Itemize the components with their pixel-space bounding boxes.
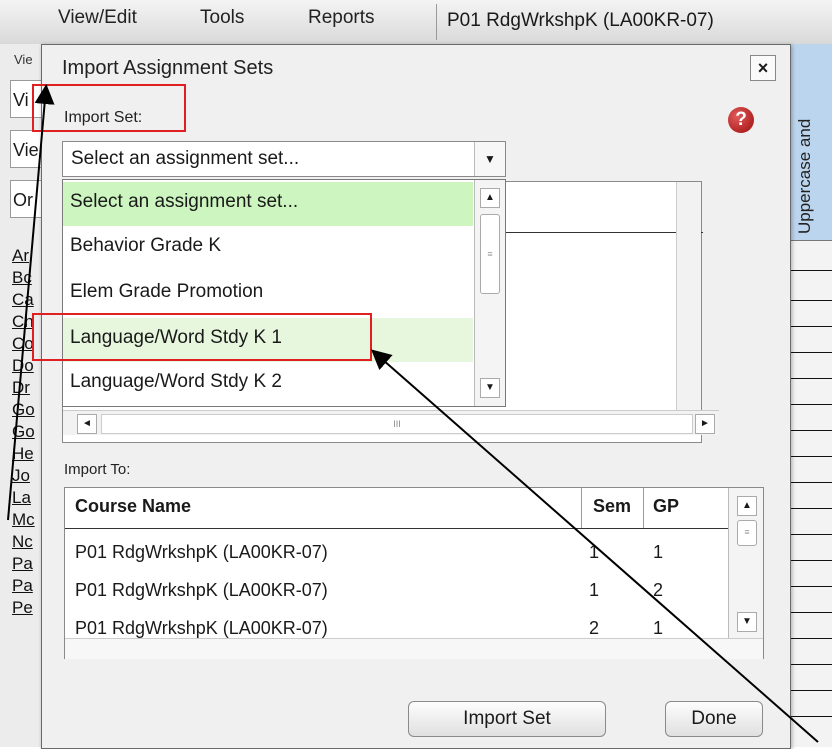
arrow-to-import-set <box>7 84 55 521</box>
annotation-arrows <box>7 84 819 743</box>
arrow-to-language-option <box>370 349 819 743</box>
